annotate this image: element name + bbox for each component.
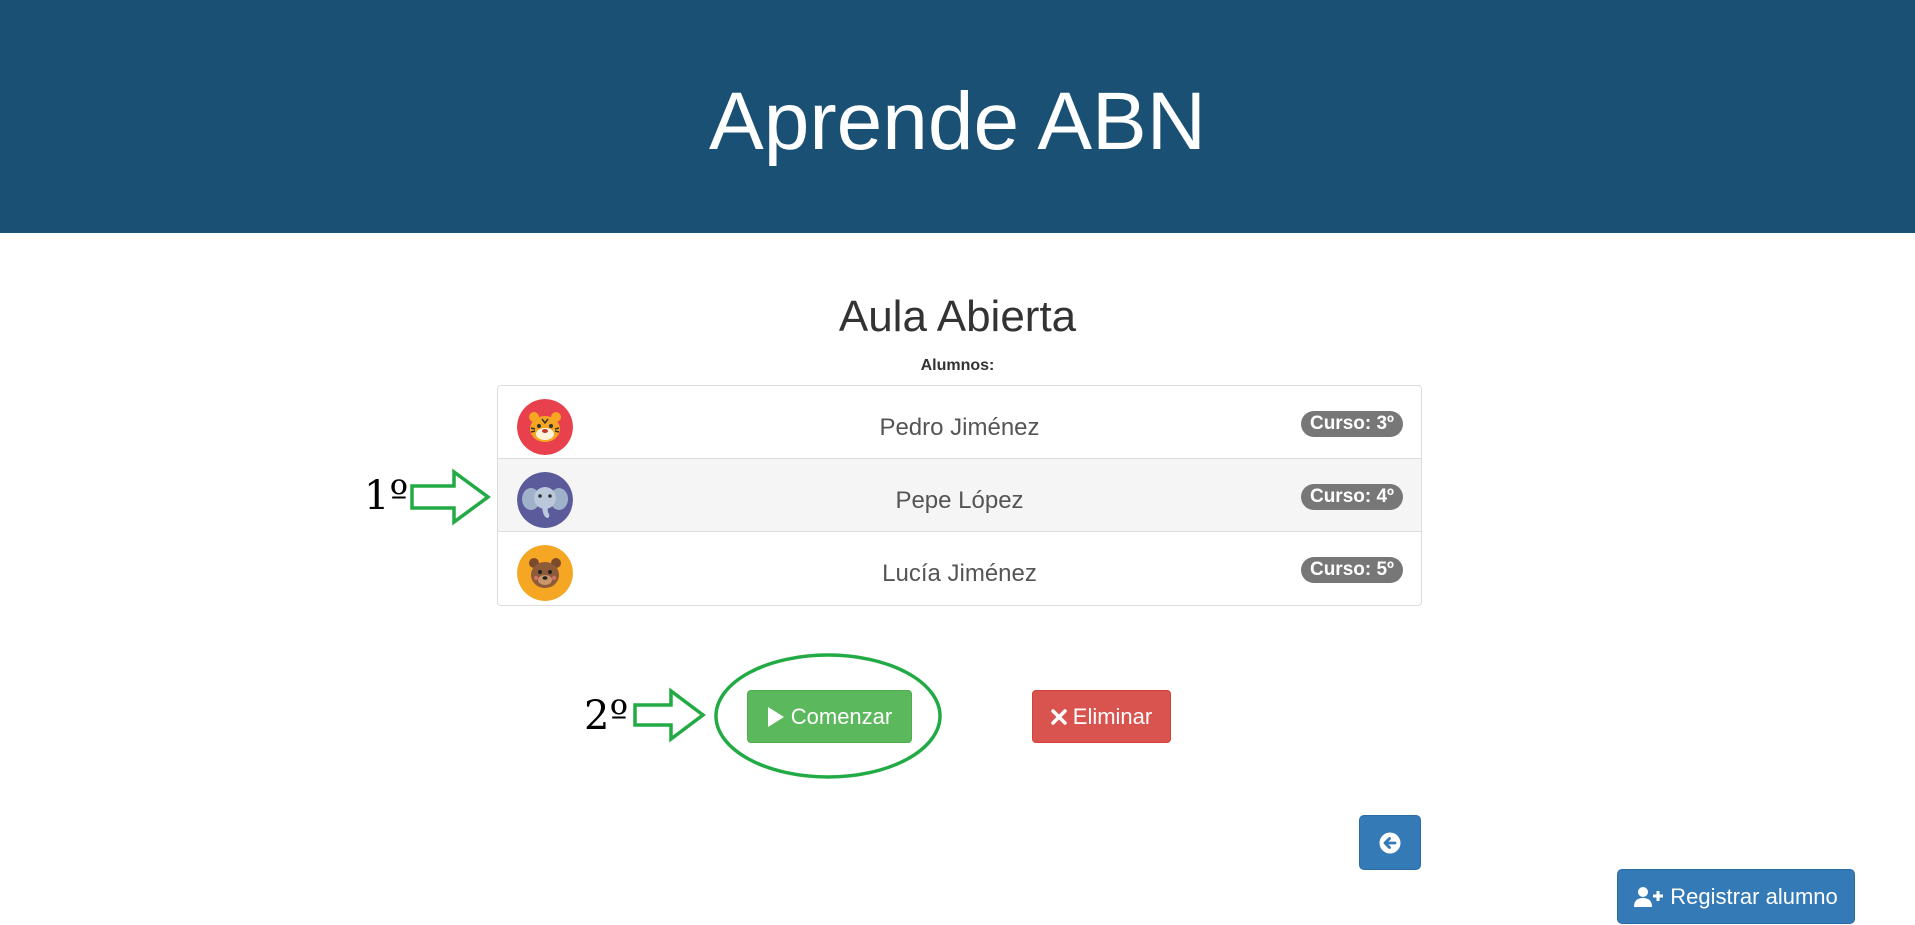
app-title: Aprende ABN [709,76,1206,167]
student-name: Lucía Jiménez [882,560,1037,587]
start-button-label: Comenzar [790,703,893,729]
delete-button[interactable]: Eliminar [1032,690,1171,743]
register-student-button[interactable]: Registrar alumno [1617,869,1855,924]
app-header: Aprende ABN [0,0,1915,233]
step-2-arrow [633,687,706,743]
student-row[interactable]: Pedro Jiménez Curso: 3º [498,386,1421,459]
step-1-label: 1º [364,473,409,519]
step-2-label: 2º [584,693,629,739]
delete-button-label: Eliminar [1072,703,1153,729]
register-student-label: Registrar alumno [1670,883,1838,909]
page-title: Aula Abierta [838,292,1077,341]
user-plus-icon [1634,886,1664,908]
students-label: Alumnos: [920,357,995,374]
course-badge: Curso: 3º [1300,411,1403,437]
play-icon [767,706,785,728]
arrow-circle-left-icon [1379,832,1401,854]
student-name: Pepe López [895,487,1024,514]
student-row[interactable]: Lucía Jiménez Curso: 5º [498,532,1421,605]
student-row[interactable]: Pepe López Curso: 4º [498,459,1421,532]
course-badge: Curso: 5º [1300,557,1403,583]
step-1-arrow [410,468,491,526]
student-name: Pedro Jiménez [879,414,1040,441]
back-button[interactable] [1359,815,1421,870]
close-icon [1051,708,1067,725]
start-button[interactable]: Comenzar [747,690,912,743]
student-list: Pedro Jiménez Curso: 3º Pepe López Curso… [497,385,1422,606]
course-badge: Curso: 4º [1300,484,1403,510]
